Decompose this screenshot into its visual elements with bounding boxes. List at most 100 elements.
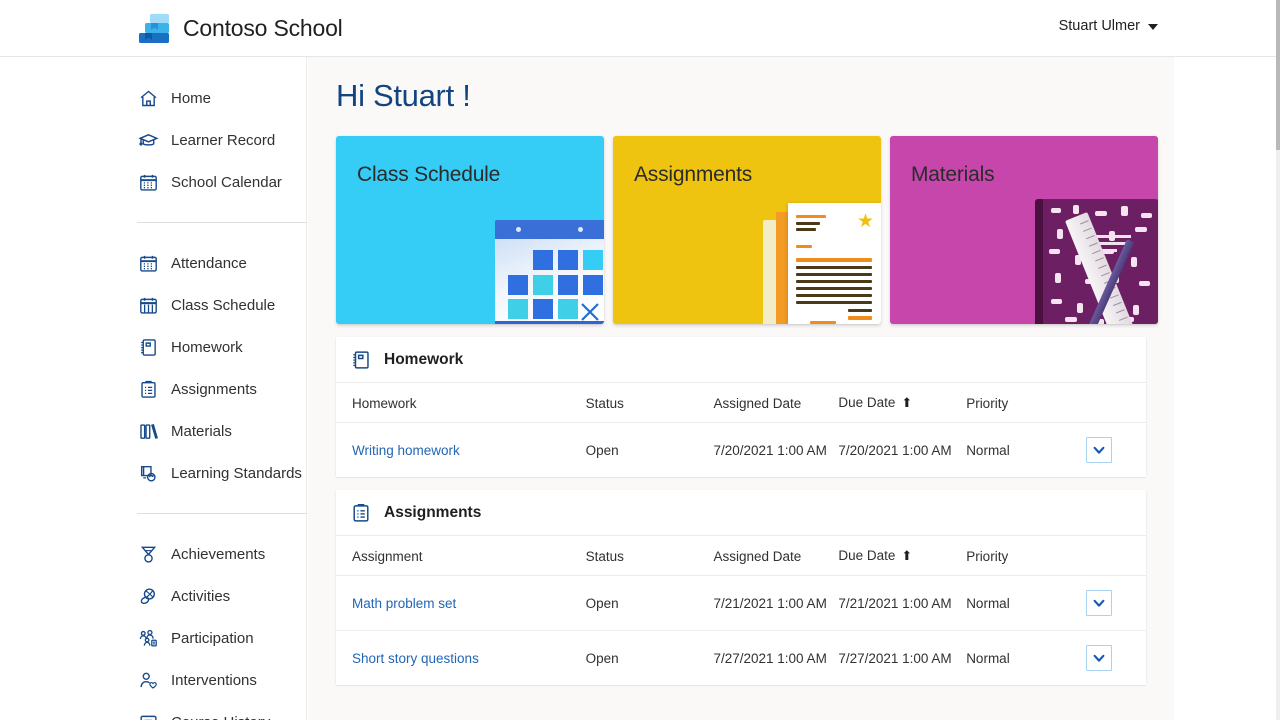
- cell-assigned-date: 7/27/2021 1:00 AM: [713, 631, 838, 686]
- table-row[interactable]: Math problem set Open 7/21/2021 1:00 AM …: [336, 576, 1146, 631]
- column-header-assignment[interactable]: Assignment: [336, 536, 586, 576]
- column-header-priority[interactable]: Priority: [966, 536, 1086, 576]
- sidebar-group-engagement: Achievements Activities: [0, 533, 306, 720]
- quick-link-cards: Class Schedule: [336, 136, 1174, 324]
- sidebar-item-label: Homework: [171, 339, 243, 356]
- home-icon: [137, 87, 159, 109]
- sidebar-item-school-calendar[interactable]: School Calendar: [0, 161, 306, 203]
- sidebar-group-primary: Home Learner Record: [0, 57, 306, 203]
- panel-title: Assignments: [384, 504, 481, 522]
- column-header-status[interactable]: Status: [586, 383, 714, 423]
- cell-due-date: 7/27/2021 1:00 AM: [838, 631, 966, 686]
- book-refresh-icon: [137, 462, 159, 484]
- user-menu[interactable]: Stuart Ulmer: [1059, 18, 1158, 34]
- column-header-assigned-date[interactable]: Assigned Date: [713, 536, 838, 576]
- cell-status: Open: [586, 631, 714, 686]
- brand-block[interactable]: Contoso School: [137, 12, 343, 44]
- notebook-icon: [350, 349, 372, 371]
- homework-panel-header: Homework: [336, 337, 1146, 383]
- sidebar-item-attendance[interactable]: Attendance: [0, 242, 306, 284]
- assignment-link[interactable]: Short story questions: [352, 651, 479, 666]
- sidebar-group-academics: Attendance Class Schedule: [0, 242, 306, 494]
- table-header-row: Assignment Status Assigned Date Due Date…: [336, 536, 1146, 576]
- cell-status: Open: [586, 576, 714, 631]
- row-menu-button[interactable]: [1086, 590, 1112, 616]
- sidebar-item-activities[interactable]: Activities: [0, 575, 306, 617]
- sidebar-item-label: School Calendar: [171, 174, 282, 191]
- calendar-art-icon: [495, 220, 604, 324]
- brand-title: Contoso School: [183, 15, 343, 42]
- chevron-down-icon: [1092, 596, 1106, 610]
- cell-priority: Normal: [966, 576, 1086, 631]
- sidebar-item-label: Materials: [171, 423, 232, 440]
- document-art-icon: ★: [763, 203, 881, 324]
- card-title: Materials: [911, 163, 994, 187]
- page-title: Hi Stuart !: [336, 78, 1174, 114]
- panel-title: Homework: [384, 351, 463, 369]
- page-scrollbar-track[interactable]: [1276, 0, 1280, 720]
- sidebar-item-participation[interactable]: Participation: [0, 617, 306, 659]
- column-header-homework[interactable]: Homework: [336, 383, 586, 423]
- sidebar-item-label: Learning Standards: [171, 465, 302, 482]
- assignments-panel-header: Assignments: [336, 490, 1146, 536]
- card-title: Class Schedule: [357, 163, 500, 187]
- assignment-link[interactable]: Math problem set: [352, 596, 456, 611]
- column-header-assigned-date[interactable]: Assigned Date: [713, 383, 838, 423]
- notebook-art-icon: [1035, 195, 1158, 324]
- sidebar-item-course-history[interactable]: Course History: [0, 701, 306, 720]
- sidebar-item-home[interactable]: Home: [0, 77, 306, 119]
- window-icon: [137, 711, 159, 720]
- card-class-schedule[interactable]: Class Schedule: [336, 136, 604, 324]
- calendar-icon: [137, 252, 159, 274]
- person-heart-icon: [137, 669, 159, 691]
- sidebar-item-label: Course History: [171, 714, 270, 720]
- star-icon: ★: [857, 212, 874, 231]
- table-row[interactable]: Short story questions Open 7/27/2021 1:0…: [336, 631, 1146, 686]
- sidebar-item-label: Participation: [171, 630, 254, 647]
- top-header-bar: Contoso School Stuart Ulmer: [0, 0, 1280, 57]
- column-header-due-date[interactable]: Due Date⬆: [838, 383, 966, 423]
- page-body: Home Learner Record: [0, 57, 1280, 720]
- column-header-status[interactable]: Status: [586, 536, 714, 576]
- cell-status: Open: [586, 423, 714, 478]
- user-name-label: Stuart Ulmer: [1059, 18, 1140, 34]
- cell-due-date: 7/20/2021 1:00 AM: [838, 423, 966, 478]
- ball-icon: [137, 585, 159, 607]
- sidebar-item-label: Interventions: [171, 672, 257, 689]
- row-menu-button[interactable]: [1086, 645, 1112, 671]
- sidebar-item-learning-standards[interactable]: Learning Standards: [0, 452, 306, 494]
- app-page: Contoso School Stuart Ulmer Home: [0, 0, 1280, 720]
- sidebar-item-class-schedule[interactable]: Class Schedule: [0, 284, 306, 326]
- column-header-due-date[interactable]: Due Date⬆: [838, 536, 966, 576]
- sidebar-item-label: Attendance: [171, 255, 247, 272]
- column-header-priority[interactable]: Priority: [966, 383, 1086, 423]
- sidebar-item-assignments[interactable]: Assignments: [0, 368, 306, 410]
- sidebar-item-label: Learner Record: [171, 132, 275, 149]
- homework-link[interactable]: Writing homework: [352, 443, 460, 458]
- notebook-icon: [137, 336, 159, 358]
- column-header-due-date-label: Due Date: [838, 548, 895, 563]
- sidebar-item-label: Assignments: [171, 381, 257, 398]
- left-sidebar: Home Learner Record: [0, 57, 307, 720]
- homework-table: Homework Status Assigned Date Due Date⬆ …: [336, 383, 1146, 477]
- sidebar-divider-1: [137, 222, 307, 223]
- page-scrollbar-thumb[interactable]: [1276, 0, 1280, 150]
- column-header-actions: [1086, 536, 1146, 576]
- sidebar-item-label: Activities: [171, 588, 230, 605]
- row-menu-button[interactable]: [1086, 437, 1112, 463]
- sidebar-item-materials[interactable]: Materials: [0, 410, 306, 452]
- people-badge-icon: [137, 627, 159, 649]
- cell-assigned-date: 7/20/2021 1:00 AM: [713, 423, 838, 478]
- sidebar-item-learner-record[interactable]: Learner Record: [0, 119, 306, 161]
- sidebar-item-interventions[interactable]: Interventions: [0, 659, 306, 701]
- graduation-cap-icon: [137, 129, 159, 151]
- card-assignments[interactable]: Assignments ★: [613, 136, 881, 324]
- chevron-down-icon: [1092, 651, 1106, 665]
- caret-down-icon: [1148, 24, 1158, 30]
- cell-assigned-date: 7/21/2021 1:00 AM: [713, 576, 838, 631]
- close-x-icon: [580, 302, 600, 322]
- sidebar-item-homework[interactable]: Homework: [0, 326, 306, 368]
- table-row[interactable]: Writing homework Open 7/20/2021 1:00 AM …: [336, 423, 1146, 478]
- sidebar-item-achievements[interactable]: Achievements: [0, 533, 306, 575]
- card-materials[interactable]: Materials: [890, 136, 1158, 324]
